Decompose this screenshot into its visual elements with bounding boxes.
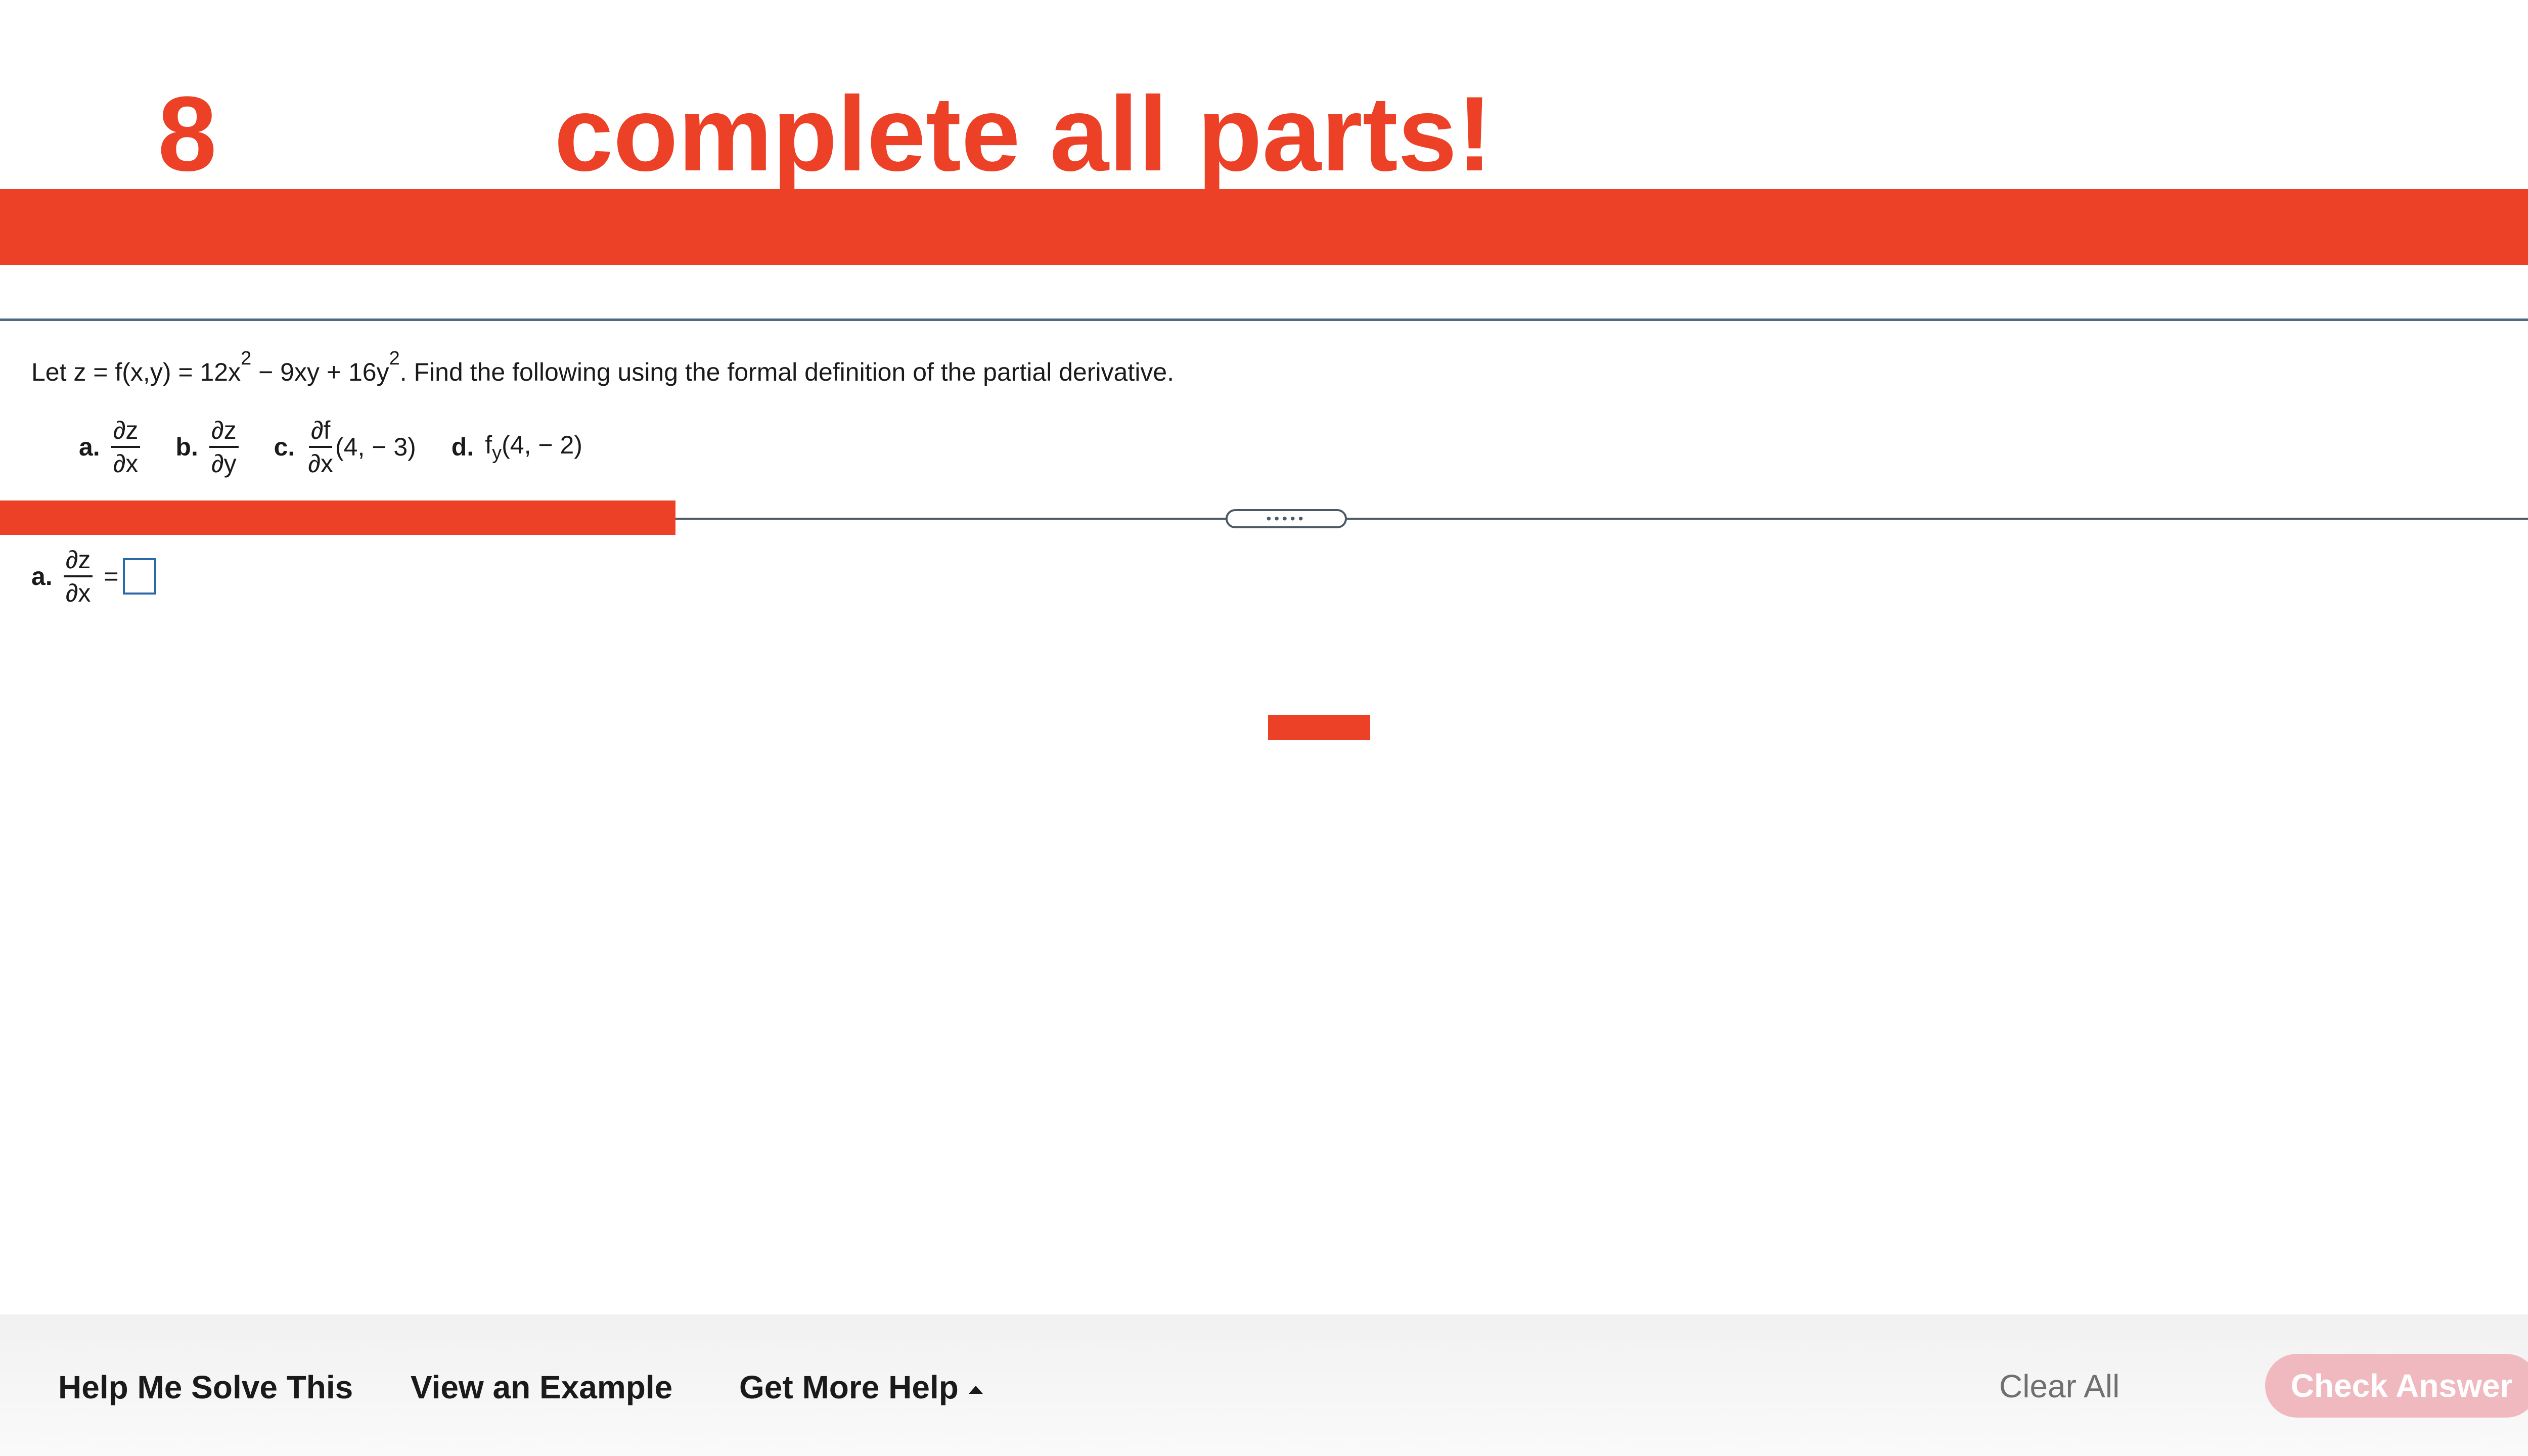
fraction-denominator: ∂x xyxy=(308,449,333,478)
fraction-denominator: ∂x xyxy=(113,449,139,478)
pane-divider-line xyxy=(675,518,2528,520)
part-a-fraction: ∂z ∂x xyxy=(111,418,141,476)
part-d-label: d. xyxy=(451,433,474,461)
fraction-numerator: ∂z xyxy=(209,418,239,448)
part-d-expression: fy(4, − 2) xyxy=(485,430,582,464)
red-marker-block xyxy=(1268,715,1370,740)
red-divider-block xyxy=(0,500,675,535)
parts-list: a. ∂z ∂x b. ∂z ∂y c. ∂f ∂x (4, − 3) d. f… xyxy=(79,418,582,476)
exponent-x: 2 xyxy=(241,348,252,369)
fraction-numerator: ∂z xyxy=(111,418,141,448)
caret-up-icon xyxy=(968,1386,983,1394)
question-statement: Let z = f(x,y) = 12x2 − 9xy + 16y2. Find… xyxy=(31,349,1174,385)
clear-all-button[interactable]: Clear All xyxy=(1999,1370,2119,1402)
part-c-point: (4, − 3) xyxy=(335,433,416,461)
part-c-fraction: ∂f ∂x xyxy=(306,418,335,476)
question-number: 8 xyxy=(158,74,217,193)
view-example-button[interactable]: View an Example xyxy=(411,1371,672,1403)
part-b-label: b. xyxy=(175,433,198,461)
part-c-label: c. xyxy=(274,433,295,461)
statement-mid: − 9xy + 16y xyxy=(251,358,389,386)
part-b: b. ∂z ∂y xyxy=(175,418,239,476)
statement-prefix: Let z = f(x,y) = 12x xyxy=(31,358,241,386)
fraction-denominator: ∂x xyxy=(65,579,91,607)
get-more-help-label: Get More Help xyxy=(739,1369,959,1405)
part-d-point: (4, − 2) xyxy=(502,430,582,459)
part-c: c. ∂f ∂x (4, − 3) xyxy=(274,418,416,476)
part-b-fraction: ∂z ∂y xyxy=(209,418,239,476)
pane-resize-handle[interactable]: ••••• xyxy=(1226,509,1347,528)
statement-suffix: . Find the following using the formal de… xyxy=(399,358,1175,386)
content-top-border xyxy=(0,318,2528,321)
part-d-function: f xyxy=(485,430,492,459)
get-more-help-button[interactable]: Get More Help xyxy=(739,1371,983,1403)
part-c-expression: ∂f ∂x (4, − 3) xyxy=(306,418,416,476)
part-a: a. ∂z ∂x xyxy=(79,418,141,476)
exponent-y: 2 xyxy=(389,348,400,369)
fraction-numerator: ∂z xyxy=(63,547,93,577)
answer-fraction: ∂z ∂x xyxy=(63,547,93,607)
equals-sign: = xyxy=(104,562,119,590)
help-me-solve-button[interactable]: Help Me Solve This xyxy=(58,1371,353,1403)
part-d-subscript: y xyxy=(492,442,502,464)
headline-text: complete all parts! xyxy=(554,74,1493,193)
fraction-denominator: ∂y xyxy=(211,449,237,478)
answer-row: a. ∂z ∂x = xyxy=(31,547,156,606)
answer-input-box[interactable] xyxy=(122,558,156,595)
part-a-label: a. xyxy=(79,433,100,461)
fraction-numerator: ∂f xyxy=(308,418,333,448)
check-answer-button[interactable]: Check Answer xyxy=(2265,1354,2528,1418)
answer-label: a. xyxy=(31,562,53,590)
red-banner xyxy=(0,189,2528,265)
part-d: d. fy(4, − 2) xyxy=(452,430,582,464)
footer-toolbar xyxy=(0,1314,2528,1456)
